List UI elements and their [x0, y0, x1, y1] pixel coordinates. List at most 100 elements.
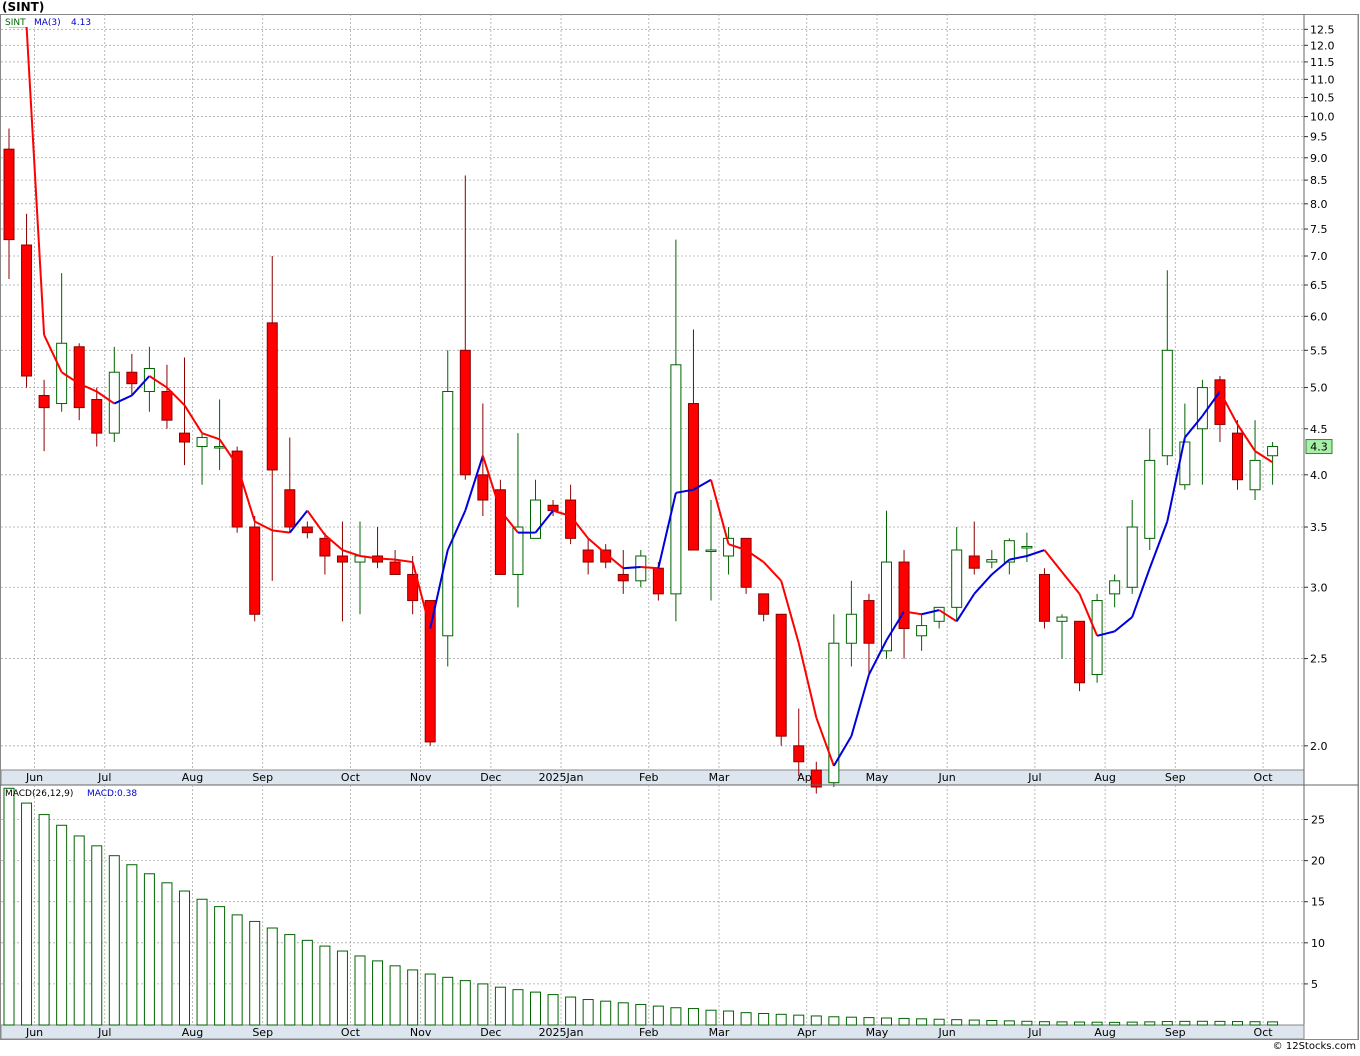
macd-month-label: Sep [252, 1026, 273, 1039]
macd-bar [442, 976, 454, 1026]
candle-body [73, 346, 85, 409]
candle-body [687, 403, 699, 551]
candle-body [1056, 616, 1068, 622]
ma-line-segment [623, 565, 641, 570]
price-month-label: Nov [410, 771, 432, 784]
candle-body [231, 450, 243, 528]
macd-bar [459, 980, 471, 1026]
candle-body [705, 549, 717, 553]
price-month-label: Sep [1165, 771, 1186, 784]
price-tick-label: 6.0 [1310, 310, 1328, 323]
stock-chart: 12.5 12.0 11.5 11.0 10.5 10.0 9.5 9.0 8.5 8.0 7.5 7… [0, 14, 1359, 1040]
price-tick-label: 3.5 [1310, 521, 1328, 534]
candle-body [477, 474, 489, 501]
macd-month-label: Mar [709, 1026, 730, 1039]
macd-bar [161, 882, 173, 1026]
macd-month-label: Jul [1027, 1026, 1041, 1039]
price-tick-label: 9.5 [1310, 131, 1328, 144]
macd-bar [530, 991, 541, 1026]
macd-month-label: Jun [25, 1026, 43, 1039]
candle-body [161, 391, 173, 421]
macd-bar [91, 845, 103, 1026]
candle-body [775, 613, 787, 737]
macd-bar [266, 927, 278, 1026]
candle-body [951, 549, 963, 608]
candle-body [301, 526, 313, 534]
macd-bar [179, 890, 190, 1026]
macd-bar [828, 1016, 840, 1026]
macd-month-label: Aug [182, 1026, 203, 1039]
macd-bar [108, 855, 120, 1026]
price-tick-label: 7.0 [1310, 250, 1328, 263]
macd-bar [1161, 1021, 1173, 1026]
candle-body [845, 613, 857, 644]
price-month-label: Oct [1254, 771, 1274, 784]
candle-body [1267, 446, 1279, 457]
legend-ma-value: 4.13 [71, 18, 91, 28]
macd-bar [1144, 1021, 1156, 1026]
candle-body [1021, 545, 1033, 549]
candle-body [179, 432, 190, 443]
macd-bar [284, 934, 296, 1026]
macd-bar [547, 994, 559, 1026]
candle-body [1161, 349, 1173, 457]
candle-body [1038, 573, 1050, 622]
macd-month-label: Jun [938, 1026, 956, 1039]
macd-bar [196, 898, 208, 1026]
footer-credit: © 12Stocks.com [1272, 1041, 1356, 1052]
candle-body [249, 526, 261, 615]
ma-line-segment [377, 557, 396, 561]
price-tick-label: 3.0 [1310, 581, 1328, 594]
macd-bar [21, 802, 33, 1026]
macd-bar [775, 1013, 787, 1026]
macd-bar [301, 939, 313, 1026]
macd-month-label: Apr [797, 1026, 817, 1039]
price-tick-label: 5.0 [1310, 382, 1328, 395]
macd-bar [687, 1008, 699, 1026]
price-tick-label: 9.0 [1310, 152, 1328, 165]
price-tick-label: 11.5 [1310, 56, 1335, 69]
price-month-label: Jun [25, 771, 43, 784]
candle-body [214, 446, 226, 449]
price-month-label: Jul [1027, 771, 1041, 784]
macd-bar [740, 1012, 752, 1026]
candle-body [863, 600, 875, 644]
candle-body [881, 561, 892, 652]
candle-body [547, 504, 559, 512]
candle-body [793, 745, 805, 763]
macd-bar [845, 1016, 857, 1026]
macd-month-label: Jul [97, 1026, 111, 1039]
candle-body [670, 364, 682, 595]
price-tick-label: 2.0 [1310, 740, 1328, 753]
macd-bar [512, 989, 524, 1026]
macd-bar [933, 1018, 945, 1026]
candle-body [810, 769, 822, 788]
price-tick-label: 10.5 [1310, 91, 1335, 104]
candle-body [336, 555, 348, 563]
macd-bar [214, 906, 226, 1026]
macd-bar [758, 1012, 770, 1026]
macd-bar [1126, 1021, 1138, 1026]
candle-body [284, 489, 296, 528]
macd-tick-label: 25 [1311, 814, 1325, 827]
macd-bar [143, 873, 155, 1026]
macd-legend-label: MACD(26,12,9) [5, 789, 73, 799]
price-month-label: Jul [97, 771, 111, 784]
macd-bar [705, 1009, 717, 1026]
macd-bar [793, 1014, 805, 1026]
candle-body [652, 567, 664, 595]
price-tick-label: 8.0 [1310, 198, 1328, 211]
price-month-label: May [866, 771, 889, 784]
candle-body [319, 537, 331, 557]
macd-month-label: Oct [341, 1026, 361, 1039]
macd-tick-label: 15 [1311, 896, 1325, 909]
macd-bar [1196, 1020, 1208, 1026]
macd-month-label: 2025Jan [539, 1026, 584, 1039]
macd-month-label: May [866, 1026, 889, 1039]
price-tick-label: 7.5 [1310, 223, 1328, 236]
macd-bar [3, 787, 15, 1026]
candle-body [986, 559, 998, 563]
price-month-label: Dec [480, 771, 501, 784]
candle-body [1179, 441, 1191, 486]
macd-tick-label: 5 [1311, 978, 1318, 991]
